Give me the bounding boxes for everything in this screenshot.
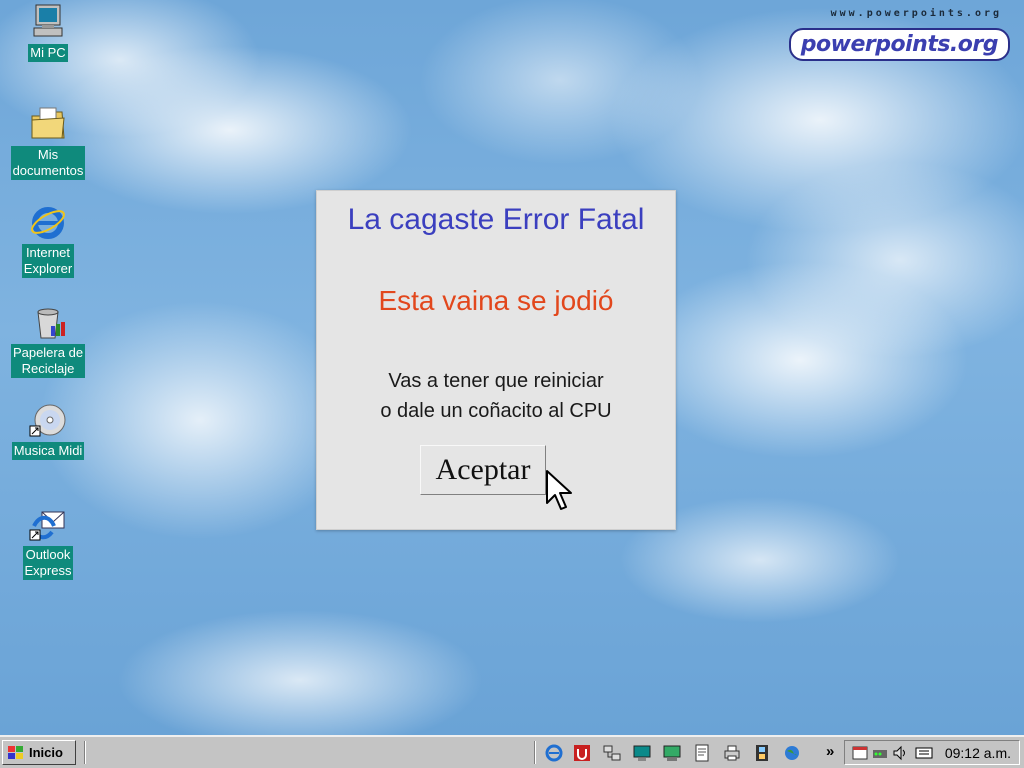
dialog-message: Vas a tener que reiniciar o dale un coña… bbox=[317, 366, 675, 426]
network-icon[interactable] bbox=[602, 743, 622, 763]
desktop-icon-label: Internet Explorer bbox=[21, 244, 75, 278]
recycle-bin-icon bbox=[37, 308, 65, 339]
accept-button[interactable]: Aceptar bbox=[420, 445, 546, 495]
desktop-icon-outlook-express[interactable]: Outlook Express bbox=[8, 504, 88, 580]
desktop-icon-label: Musica Midi bbox=[11, 442, 85, 460]
dialog-subtitle: Esta vaina se jodió bbox=[378, 285, 614, 316]
taskbar-separator bbox=[84, 741, 86, 764]
mouse-pointer-icon bbox=[546, 470, 572, 510]
desktop-background: Mi PC Mis documentos Internet Explorer P… bbox=[0, 0, 1024, 735]
start-button[interactable]: Inicio bbox=[2, 740, 76, 765]
desktop-icon-label: Outlook Express bbox=[22, 546, 74, 580]
printer-icon[interactable] bbox=[722, 743, 742, 763]
internet-explorer-icon[interactable] bbox=[544, 743, 564, 763]
dialog-message-line-1: Vas a tener que reiniciar bbox=[388, 370, 604, 392]
antivirus-icon[interactable] bbox=[572, 743, 592, 763]
desktop-icon-musica-midi[interactable]: Musica Midi bbox=[8, 400, 88, 460]
taskbar-clock[interactable]: 09:12 a.m. bbox=[945, 745, 1011, 761]
cd-music-shortcut-icon bbox=[29, 404, 66, 437]
dialog-title: La cagaste Error Fatal bbox=[347, 203, 645, 236]
desktop-icon-papelera[interactable]: Papelera de Reciclaje bbox=[8, 302, 88, 378]
brand-url-text: www.powerpoints.org bbox=[830, 8, 1002, 19]
taskbar-overflow-button[interactable]: » bbox=[826, 743, 834, 760]
dialog-message-line-2: o dale un coñacito al CPU bbox=[380, 400, 612, 422]
desktop-icon-mis-documentos[interactable]: Mis documentos bbox=[8, 104, 88, 180]
globe-icon[interactable] bbox=[782, 743, 802, 763]
computer-icon bbox=[33, 4, 63, 37]
desktop-icon-label: Papelera de Reciclaje bbox=[10, 344, 86, 378]
error-dialog: La cagaste Error Fatal Esta vaina se jod… bbox=[316, 190, 676, 530]
display-icon[interactable] bbox=[632, 743, 652, 763]
system-tray: 09:12 a.m. bbox=[844, 740, 1020, 765]
monitor-icon[interactable] bbox=[662, 743, 682, 763]
taskbar-separator bbox=[534, 741, 536, 764]
modem-icon[interactable] bbox=[871, 744, 889, 762]
taskbar: Inicio » 09:12 a.m. bbox=[0, 735, 1024, 768]
scheduler-icon[interactable] bbox=[851, 744, 869, 762]
keyboard-icon[interactable] bbox=[915, 744, 933, 762]
brand-logo: powerpoints.org bbox=[788, 28, 1010, 61]
windows-logo-icon bbox=[8, 745, 23, 759]
desktop-icon-mi-pc[interactable]: Mi PC bbox=[8, 2, 88, 62]
notepad-icon[interactable] bbox=[692, 743, 712, 763]
film-icon[interactable] bbox=[752, 743, 772, 763]
desktop-icon-label: Mi PC bbox=[28, 44, 68, 62]
start-button-label: Inicio bbox=[29, 745, 63, 760]
folder-documents-icon bbox=[31, 107, 65, 139]
desktop-icon-internet-explorer[interactable]: Internet Explorer bbox=[8, 202, 88, 278]
outlook-express-shortcut-icon bbox=[29, 511, 65, 541]
internet-explorer-icon bbox=[31, 207, 65, 239]
volume-icon[interactable] bbox=[891, 744, 909, 762]
desktop-icon-label: Mis documentos bbox=[10, 146, 86, 180]
